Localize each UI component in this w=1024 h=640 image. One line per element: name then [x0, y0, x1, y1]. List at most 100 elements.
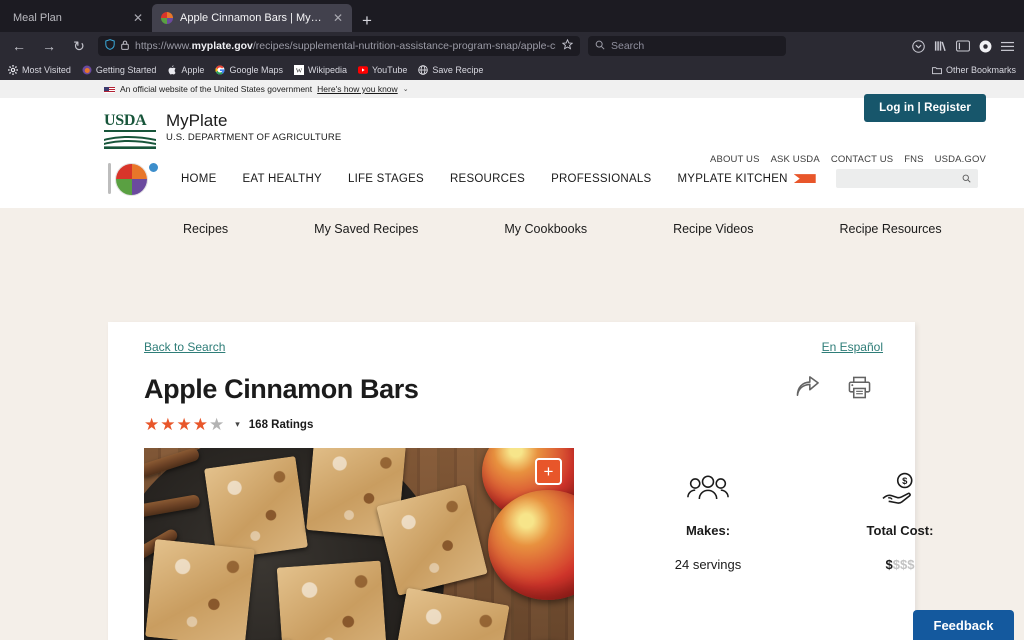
nav-item-professionals[interactable]: PROFESSIONALS [551, 173, 651, 185]
star-icon[interactable]: ★ [193, 416, 208, 433]
bookmark-wikipedia[interactable]: W Wikipedia [293, 65, 347, 75]
dollar-filled: $ [885, 557, 893, 572]
subnav-item-recipes[interactable]: Recipes [140, 222, 271, 236]
feedback-button[interactable]: Feedback [913, 610, 1014, 640]
en-espanol-link[interactable]: En Español [822, 340, 883, 354]
share-icon[interactable] [796, 376, 820, 404]
other-bookmarks-folder[interactable]: Other Bookmarks [932, 65, 1016, 75]
toolbar-icons [912, 39, 1016, 53]
gear-icon [8, 65, 18, 75]
government-banner-text: An official website of the United States… [120, 84, 313, 94]
main-nav-items: HOME EAT HEALTHY LIFE STAGES RESOURCES P… [181, 173, 816, 185]
account-icon[interactable] [979, 40, 992, 53]
google-icon [215, 65, 225, 75]
lock-icon[interactable] [121, 40, 129, 53]
card-top-links: Back to Search En Español [144, 340, 883, 354]
recipe-facts: Makes: 24 servings $ Total Cost: $$$$ [574, 448, 956, 640]
nav-item-life-stages[interactable]: LIFE STAGES [348, 173, 424, 185]
heres-how-you-know-link[interactable]: Here's how you know [317, 84, 398, 94]
browser-tab-apple-cinnamon-bars[interactable]: Apple Cinnamon Bars | MyPlate ✕ [152, 4, 352, 32]
bookmark-star-icon[interactable] [561, 38, 574, 53]
bookmark-getting-started[interactable]: Getting Started [82, 65, 157, 75]
menu-icon[interactable] [1001, 41, 1014, 52]
new-tab-button[interactable]: + [352, 12, 382, 32]
star-icon[interactable]: ★ [160, 416, 175, 433]
site-header: Log in | Register USDA MyPlate U.S. DEPA… [0, 94, 1024, 208]
browser-tab-meal-plan[interactable]: Meal Plan ✕ [4, 4, 152, 32]
forward-button[interactable]: → [38, 35, 60, 57]
close-icon[interactable]: ✕ [133, 12, 143, 24]
dairy-glass-icon [148, 161, 159, 173]
library-icon[interactable] [934, 40, 947, 52]
login-register-button[interactable]: Log in | Register [864, 94, 986, 122]
subnav-item-my-cookbooks[interactable]: My Cookbooks [461, 222, 630, 236]
plate-icon [115, 162, 148, 196]
hand-money-icon: $ [844, 470, 956, 508]
nav-item-myplate-kitchen[interactable]: MYPLATE KITCHEN [677, 173, 816, 185]
recipe-actions [796, 354, 883, 404]
rating-dropdown-icon[interactable]: ▾ [235, 419, 240, 430]
recipe-body: + Makes: 24 servings $ Total Cost: $$$$ [144, 448, 933, 640]
page-viewport: An official website of the United States… [0, 80, 1024, 640]
print-icon[interactable] [848, 376, 871, 404]
search-placeholder: Search [611, 40, 645, 52]
people-group-icon [652, 470, 764, 508]
wikipedia-icon: W [293, 65, 304, 75]
myplate-favicon-icon [161, 12, 173, 24]
myplate-logo[interactable] [104, 160, 160, 198]
usda-logo[interactable]: USDA [104, 112, 156, 154]
other-bookmarks-label: Other Bookmarks [945, 65, 1016, 75]
sidebar-icon[interactable] [956, 40, 970, 52]
close-icon[interactable]: ✕ [333, 12, 343, 24]
bookmark-youtube[interactable]: YouTube [357, 65, 407, 75]
chevron-down-icon[interactable]: ⌄ [403, 85, 409, 93]
add-to-cookbook-button[interactable]: + [535, 458, 562, 485]
star-icon[interactable]: ★ [144, 416, 159, 433]
usda-wordmark: USDA [104, 112, 147, 129]
subnav-item-recipe-videos[interactable]: Recipe Videos [630, 222, 796, 236]
bookmark-most-visited[interactable]: Most Visited [8, 65, 71, 75]
star-icon[interactable]: ★ [209, 416, 224, 433]
navigation-toolbar: ← → ↻ https://www.myplate.gov/recipes/su… [0, 32, 1024, 60]
firefox-icon [82, 65, 92, 75]
ribbon-icon [793, 174, 816, 184]
title-row: Apple Cinnamon Bars ★ ★ ★ ★ ★ ▾ 168 Rati… [144, 354, 883, 433]
star-icon[interactable]: ★ [177, 416, 192, 433]
main-nav: HOME EAT HEALTHY LIFE STAGES RESOURCES P… [0, 154, 1024, 204]
nav-item-resources[interactable]: RESOURCES [450, 173, 525, 185]
apple-bar [204, 456, 308, 560]
dollar-empty: $$$ [892, 557, 915, 572]
bookmark-google-maps[interactable]: Google Maps [215, 65, 283, 75]
site-search-input[interactable] [835, 169, 978, 189]
bookmark-save-recipe[interactable]: Save Recipe [418, 65, 483, 75]
fact-value: $$$$ [844, 557, 956, 572]
subnav-item-recipe-resources[interactable]: Recipe Resources [796, 222, 984, 236]
back-button[interactable]: ← [8, 35, 30, 57]
bookmark-label: Apple [181, 65, 205, 75]
bookmark-label: Getting Started [95, 65, 157, 75]
apple-icon [167, 65, 177, 75]
us-flag-icon [104, 86, 115, 93]
recipe-card: Back to Search En Español Apple Cinnamon… [108, 322, 933, 640]
nav-item-home[interactable]: HOME [181, 173, 217, 185]
pocket-icon[interactable] [912, 39, 925, 53]
subnav-item-my-saved-recipes[interactable]: My Saved Recipes [271, 222, 461, 236]
usda-hills-icon [104, 134, 156, 154]
fact-label: Makes: [685, 523, 731, 538]
star-rating[interactable]: ★ ★ ★ ★ ★ [144, 416, 224, 433]
rating-row: ★ ★ ★ ★ ★ ▾ 168 Ratings [144, 416, 418, 433]
globe-icon [418, 65, 429, 75]
back-to-search-link[interactable]: Back to Search [144, 340, 225, 354]
folder-icon [932, 65, 942, 75]
bookmark-label: Google Maps [229, 65, 283, 75]
fact-makes: Makes: 24 servings [652, 470, 764, 640]
browser-search-input[interactable]: Search [588, 36, 786, 56]
brand-title: MyPlate [166, 111, 228, 130]
nav-item-eat-healthy[interactable]: EAT HEALTHY [243, 173, 322, 185]
reload-button[interactable]: ↻ [68, 35, 90, 57]
bookmark-apple[interactable]: Apple [167, 65, 204, 75]
usda-rule [104, 130, 156, 132]
brand-subtitle: U.S. DEPARTMENT OF AGRICULTURE [166, 131, 342, 143]
url-bar[interactable]: https://www.myplate.gov/recipes/suppleme… [98, 36, 580, 56]
shield-icon[interactable] [105, 39, 115, 53]
